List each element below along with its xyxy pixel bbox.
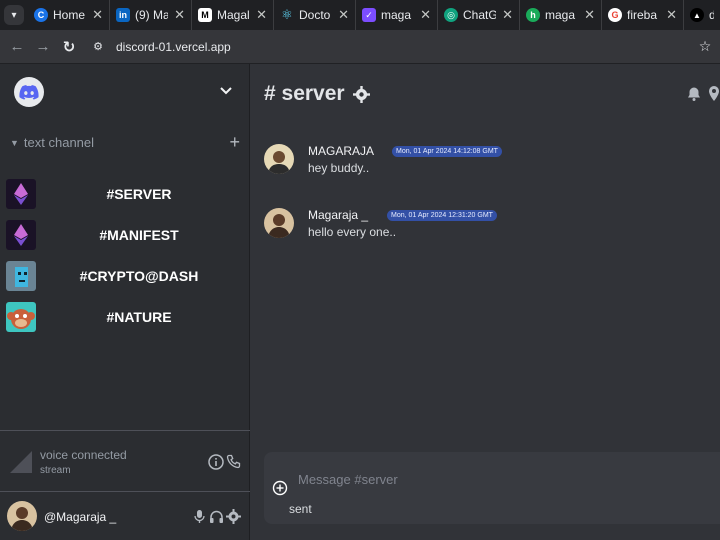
browser-tab[interactable]: h maga ✕ [520, 0, 602, 30]
message-author: MAGARAJA [308, 144, 375, 158]
message-input[interactable] [298, 468, 698, 490]
add-attachment-icon[interactable] [272, 480, 288, 496]
check-square-icon: ✓ [362, 8, 376, 22]
forward-arrow-icon[interactable]: → [30, 38, 56, 55]
close-icon[interactable]: ✕ [584, 7, 595, 23]
voice-status-subtitle: stream [40, 465, 71, 476]
channel-name: #MANIFEST [99, 227, 179, 243]
avatar[interactable] [264, 208, 294, 238]
react-icon: ⚛ [281, 7, 293, 22]
browser-tab[interactable]: ◎ ChatG ✕ [438, 0, 520, 30]
message-text: hello every one.. [308, 225, 397, 239]
info-icon[interactable] [208, 454, 224, 470]
close-icon[interactable]: ✕ [666, 7, 677, 23]
headphones-icon[interactable] [209, 509, 224, 524]
voice-status-title: voice connected [40, 448, 127, 462]
channel-item[interactable]: #CRYPTO@DASH [6, 261, 242, 291]
chevron-down-icon: ▾ [4, 5, 24, 25]
username: @Magaraja _ [44, 510, 117, 524]
close-icon[interactable]: ✕ [338, 7, 349, 23]
ethereum-thumbnail-icon [6, 179, 36, 209]
phone-icon[interactable] [226, 454, 242, 470]
settings-gear-icon[interactable] [226, 509, 241, 524]
ethereum-thumbnail-icon [6, 220, 36, 250]
close-icon[interactable]: ✕ [174, 7, 185, 23]
browser-tab-strip: ▾ C Home ✕ in (9) Ma ✕ M Magal ✕ ⚛ Docto… [0, 0, 720, 30]
message-author: Magaraja _ [308, 208, 369, 222]
medium-icon: M [198, 8, 212, 22]
openai-icon: ◎ [444, 8, 458, 22]
close-icon[interactable]: ✕ [502, 7, 513, 23]
send-status: sent [289, 502, 312, 516]
close-icon[interactable]: ✕ [92, 7, 103, 23]
discord-app: ▼ text channel + #SERVER #MANIFEST #CRYP… [0, 64, 720, 540]
back-arrow-icon[interactable]: ← [4, 38, 30, 55]
channel-category[interactable]: ▼ text channel + [10, 132, 240, 153]
browser-tab[interactable]: G fireba ✕ [602, 0, 684, 30]
channel-header: # server [264, 82, 370, 106]
pin-icon[interactable] [708, 86, 720, 102]
close-icon[interactable]: ✕ [420, 7, 431, 23]
bell-icon[interactable] [686, 86, 702, 102]
ape-thumbnail-icon [6, 302, 36, 332]
server-header[interactable] [0, 64, 250, 122]
channel-title: # server [264, 82, 345, 105]
message-composer: sent [264, 452, 720, 524]
browser-tab[interactable]: M Magal ✕ [192, 0, 274, 30]
crypto-punk-thumbnail-icon [6, 261, 36, 291]
c-circle-icon: C [34, 8, 48, 22]
signal-icon [10, 451, 32, 473]
channel-sidebar: ▼ text channel + #SERVER #MANIFEST #CRYP… [0, 64, 250, 540]
user-panel: @Magaraja _ [0, 493, 250, 540]
settings-gear-icon[interactable] [352, 85, 370, 103]
header-actions [680, 86, 720, 102]
channel-name: #SERVER [106, 186, 172, 202]
vercel-icon: ▲ [690, 8, 704, 22]
channel-name: #CRYPTO@DASH [79, 268, 199, 284]
google-icon: G [608, 8, 622, 22]
caret-down-icon: ▼ [10, 137, 19, 148]
timestamp-badge: Mon, 01 Apr 2024 14:12:08 GMT [392, 146, 502, 157]
green-h-icon: h [526, 8, 540, 22]
add-channel-icon[interactable]: + [229, 132, 240, 153]
avatar[interactable] [7, 501, 37, 531]
bookmark-star-icon[interactable]: ☆ [690, 38, 720, 55]
address-bar: ← → ↻ ⚙ discord-01.vercel.app ☆ [0, 30, 720, 64]
timestamp-badge: Mon, 01 Apr 2024 12:31:20 GMT [387, 210, 497, 221]
browser-tab[interactable]: ⚛ Docto ✕ [274, 0, 356, 30]
browser-tab[interactable]: in (9) Ma ✕ [110, 0, 192, 30]
message-text: hey buddy.. [308, 161, 370, 175]
channel-item[interactable]: #NATURE [6, 302, 242, 332]
microphone-icon[interactable] [192, 509, 207, 524]
channel-item[interactable]: #MANIFEST [6, 220, 242, 250]
channel-name: #NATURE [106, 309, 172, 325]
channel-item[interactable]: #SERVER [6, 179, 242, 209]
voice-status-panel: voice connected stream [0, 430, 250, 492]
browser-tab[interactable]: ▲ d [684, 0, 720, 30]
chat-area: # server MAGARAJA Mon, 01 Apr 2024 14:12… [250, 64, 720, 540]
browser-tab[interactable]: ✓ maga ✕ [356, 0, 438, 30]
reload-icon[interactable]: ↻ [56, 38, 82, 56]
close-icon[interactable]: ✕ [256, 7, 267, 23]
url-field[interactable]: discord-01.vercel.app [116, 40, 690, 54]
browser-tab[interactable]: C Home ✕ [28, 0, 110, 30]
tab-search-button[interactable]: ▾ [0, 0, 28, 30]
avatar[interactable] [264, 144, 294, 174]
chevron-down-icon[interactable] [220, 83, 232, 98]
site-settings-icon[interactable]: ⚙ [88, 40, 108, 53]
discord-logo-icon[interactable] [14, 77, 44, 107]
category-label: text channel [23, 135, 95, 150]
linkedin-icon: in [116, 8, 130, 22]
